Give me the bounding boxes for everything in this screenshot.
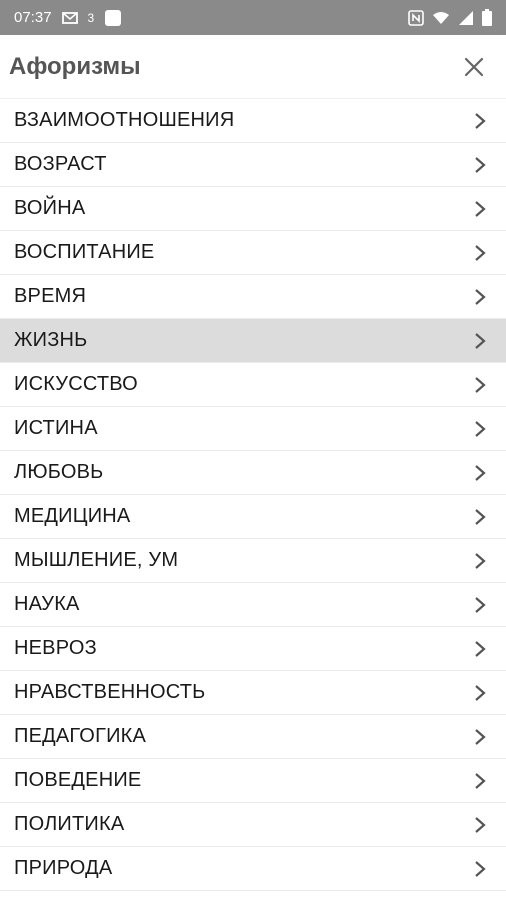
chevron-right-icon [474, 376, 486, 394]
list-item-label: ЖИЗНЬ [14, 329, 88, 351]
chevron-right-icon [474, 860, 486, 878]
list-item[interactable]: ВОЗРАСТ [0, 143, 506, 187]
list-item[interactable]: НРАВСТВЕННОСТЬ [0, 671, 506, 715]
chevron-right-icon [474, 420, 486, 438]
list-item-label: ИСКУССТВО [14, 373, 138, 395]
list-item[interactable]: НЕВРОЗ [0, 627, 506, 671]
list-item-label: ПОВЕДЕНИЕ [14, 769, 142, 791]
chevron-right-icon [474, 552, 486, 570]
list-item[interactable]: ИСТИНА [0, 407, 506, 451]
battery-icon [482, 9, 492, 26]
status-right [408, 9, 492, 26]
list-item-label: ВРЕМЯ [14, 285, 87, 307]
list-item[interactable]: ПРИРОДА [0, 847, 506, 891]
list-item[interactable]: ПЕДАГОГИКА [0, 715, 506, 759]
chevron-right-icon [474, 200, 486, 218]
signal-icon [458, 10, 474, 26]
list-item-label: ВОЗРАСТ [14, 153, 107, 175]
chevron-right-icon [474, 596, 486, 614]
list-item-label: ЛЮБОВЬ [14, 461, 104, 483]
list-item[interactable]: ИСКУССТВО [0, 363, 506, 407]
wifi-icon [432, 11, 450, 25]
list-item[interactable]: ВОЙНА [0, 187, 506, 231]
chevron-right-icon [474, 332, 486, 350]
list-item-label: ВОЙНА [14, 197, 86, 219]
list-item[interactable]: ПОЛИТИКА [0, 803, 506, 847]
nfc-icon [408, 9, 424, 26]
chevron-right-icon [474, 816, 486, 834]
list-item-label: ВЗАИМООТНОШЕНИЯ [14, 109, 235, 131]
list-item-label: МЫШЛЕНИЕ, УМ [14, 549, 179, 571]
list-item[interactable]: ЛЮБОВЬ [0, 451, 506, 495]
list-item[interactable]: МЕДИЦИНА [0, 495, 506, 539]
page-title: Афоризмы [9, 52, 141, 80]
chevron-right-icon [474, 464, 486, 482]
list-item-label: ВОСПИТАНИЕ [14, 241, 155, 263]
chevron-right-icon [474, 728, 486, 746]
list-item[interactable]: НАУКА [0, 583, 506, 627]
list-item-label: ИСТИНА [14, 417, 98, 439]
list-item[interactable]: ПОВЕДЕНИЕ [0, 759, 506, 803]
status-indicator: 3 [87, 10, 95, 25]
list-item-label: НАУКА [14, 593, 80, 615]
app-notification-icon [104, 9, 122, 27]
chevron-right-icon [474, 772, 486, 790]
list-item-label: МЕДИЦИНА [14, 505, 131, 527]
status-left: 07:37 3 [14, 9, 122, 27]
chevron-right-icon [474, 288, 486, 306]
close-icon [464, 57, 484, 77]
status-bar: 07:37 3 [0, 0, 506, 35]
list-item[interactable]: ЖИЗНЬ [0, 319, 506, 363]
list-item-label: НЕВРОЗ [14, 637, 97, 659]
chevron-right-icon [474, 508, 486, 526]
close-button[interactable] [452, 45, 496, 89]
list-item-label: ПРИРОДА [14, 857, 113, 879]
list-item-label: ПЕДАГОГИКА [14, 725, 147, 747]
list-item[interactable]: ВЗАИМООТНОШЕНИЯ [0, 99, 506, 143]
chevron-right-icon [474, 640, 486, 658]
list-item[interactable]: ВОСПИТАНИЕ [0, 231, 506, 275]
list-item[interactable]: МЫШЛЕНИЕ, УМ [0, 539, 506, 583]
message-icon [61, 11, 78, 25]
status-time: 07:37 [14, 9, 52, 26]
chevron-right-icon [474, 112, 486, 130]
list-item-label: НРАВСТВЕННОСТЬ [14, 681, 206, 703]
chevron-right-icon [474, 156, 486, 174]
list-item-label: ПОЛИТИКА [14, 813, 125, 835]
chevron-right-icon [474, 684, 486, 702]
chevron-right-icon [474, 244, 486, 262]
app-toolbar: Афоризмы [0, 35, 506, 99]
topic-list: ВЗАИМООТНОШЕНИЯ ВОЗРАСТ ВОЙНА ВОСПИТАНИЕ… [0, 99, 506, 891]
list-item[interactable]: ВРЕМЯ [0, 275, 506, 319]
